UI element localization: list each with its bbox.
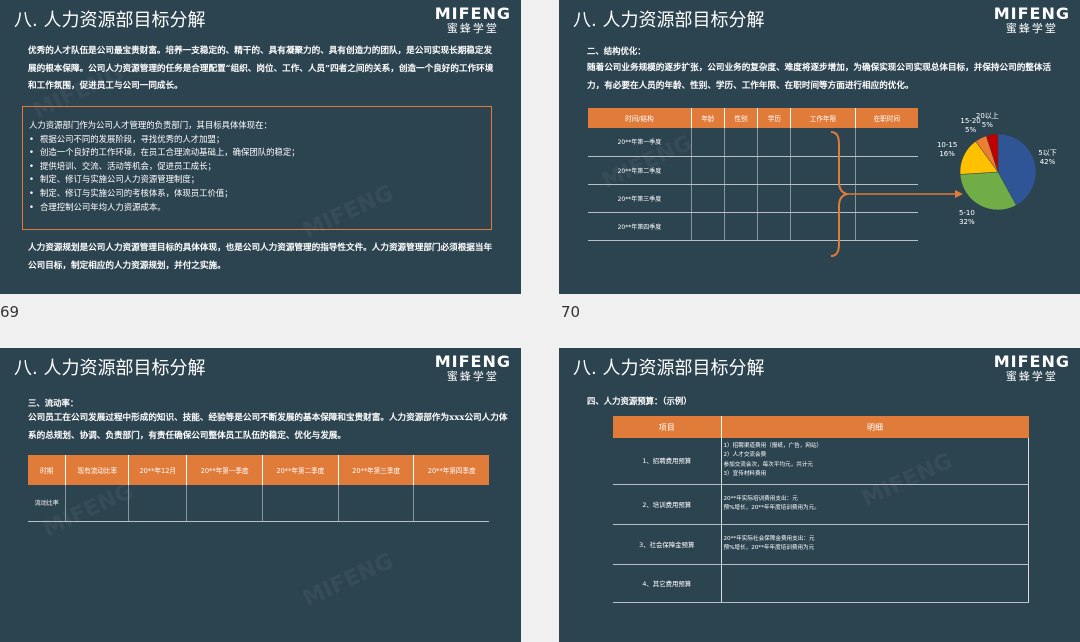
logo-text-en: MIFENG — [434, 352, 511, 371]
slide-title: 八. 人力资源部目标分解 — [14, 358, 206, 379]
table-cell — [262, 485, 339, 522]
budget-detail: 20**年实际社会保障金费用支出：元 预%增长，20**年年度培训费用为元 — [721, 524, 1029, 565]
goal-item: 制定、修订与实施公司人力资源管理制度； — [29, 173, 485, 187]
logo-text-cn: 蜜蜂学堂 — [446, 369, 499, 383]
brand-logo: MIFENG 蜜蜂学堂 — [993, 4, 1070, 35]
budget-detail — [721, 564, 1029, 603]
table-cell — [691, 128, 726, 157]
pie-label: 10-15 16% — [936, 140, 958, 158]
section-heading: 三、流动率： — [28, 398, 79, 408]
goal-item: 根据公司不同的发展阶段，寻找优秀的人才加盟； — [29, 133, 485, 147]
pie-label: 5以下 42% — [1038, 149, 1057, 167]
table-row: 3、社会保障金预算 20**年实际社会保障金费用支出：元 预%增长，20**年年度… — [613, 524, 1029, 565]
table-row: 2、培训费用预算 20**年实际培训费用支出：元 预%增长，20**年年度培训费用… — [613, 484, 1029, 525]
table-cell — [724, 184, 759, 213]
pie-label: 20以上 5% — [975, 111, 999, 129]
column-header: 20**年第四季度 — [413, 455, 489, 485]
row-label: 20**年第四季度 — [588, 212, 692, 241]
logo-text-cn: 蜜蜂学堂 — [1005, 369, 1058, 383]
logo-text-en: MIFENG — [434, 4, 511, 23]
table-cell — [757, 156, 792, 185]
logo-text-en: MIFENG — [993, 352, 1070, 371]
budget-item: 3、社会保障金预算 — [613, 524, 722, 565]
slide-title: 八. 人力资源部目标分解 — [573, 10, 765, 31]
goal-item: 合理控制公司年均人力资源成本。 — [29, 201, 485, 215]
column-header: 年龄 — [691, 108, 726, 128]
table-cell — [65, 485, 130, 522]
budget-item: 1、招聘费用预算 — [613, 438, 722, 485]
column-header: 在职时间 — [855, 108, 918, 128]
table-cell — [413, 485, 489, 522]
column-header: 时期 — [28, 455, 67, 485]
table-cell — [757, 128, 792, 157]
brand-logo: MIFENG 蜜蜂学堂 — [434, 4, 511, 35]
budget-item: 4、其它费用预算 — [613, 564, 722, 603]
table-cell — [724, 156, 759, 185]
table-row: 4、其它费用预算 — [613, 564, 1029, 603]
section-heading: 二、结构优化： — [587, 46, 646, 56]
row-label: 流动比率 — [28, 485, 67, 522]
table-cell — [338, 485, 415, 522]
table-cell — [186, 485, 264, 522]
outro-paragraph: 人力资源规划是公司人力资源管理目标的具体体现，也是公司人力资源管理的指导性文件。… — [28, 243, 493, 271]
table-cell — [691, 156, 726, 185]
slide-number: 69 — [0, 303, 20, 321]
table-cell — [691, 212, 726, 241]
slide-69[interactable]: MIFENG MIFENG 八. 人力资源部目标分解 MIFENG 蜜蜂学堂 优… — [0, 0, 521, 294]
row-label: 20**年第二季度 — [588, 156, 692, 185]
table-row: 1、招聘费用预算 1）招聘渠道费用（报纸，广告，网站） 2）人才交流会费 参加交流… — [613, 438, 1029, 485]
column-header: 20**年第一季度 — [186, 455, 264, 485]
column-header: 20**年第三季度 — [338, 455, 415, 485]
table-cell — [128, 485, 188, 522]
table-row: 流动比率 — [28, 485, 489, 522]
brand-logo: MIFENG 蜜蜂学堂 — [434, 352, 511, 383]
brand-logo: MIFENG 蜜蜂学堂 — [993, 352, 1070, 383]
logo-text-cn: 蜜蜂学堂 — [446, 21, 499, 35]
table-cell — [757, 212, 792, 241]
slide-title: 八. 人力资源部目标分解 — [573, 358, 765, 379]
intro-paragraph: 优秀的人才队伍是公司最宝贵财富。培养一支稳定的、精干的、具有凝聚力的、具有创造力… — [28, 46, 494, 91]
slide-title: 八. 人力资源部目标分解 — [14, 10, 206, 31]
column-header: 现有流动比率 — [65, 455, 130, 485]
column-header: 20**年12月 — [128, 455, 188, 485]
slide-70[interactable]: MIFENG 八. 人力资源部目标分解 MIFENG 蜜蜂学堂 二、结构优化： … — [559, 0, 1080, 294]
logo-text-en: MIFENG — [993, 4, 1070, 23]
table-cell — [724, 128, 759, 157]
table-cell — [757, 184, 792, 213]
budget-detail: 20**年实际培训费用支出：元 预%增长，20**年年度培训费用为元。 — [721, 484, 1029, 525]
row-label: 20**年第一季度 — [588, 128, 692, 157]
pie-label: 5-10 32% — [958, 208, 975, 226]
goals-list: 根据公司不同的发展阶段，寻找优秀的人才加盟；创造一个良好的工作环境，在员工合理流… — [29, 133, 485, 215]
column-header: 项目 — [613, 416, 722, 438]
logo-text-cn: 蜜蜂学堂 — [1005, 21, 1058, 35]
goals-lead: 人力资源部门作为公司人才管理的负责部门，其目标具体体现在： — [29, 120, 272, 130]
section-paragraph: 随着公司业务规模的逐步扩张，公司业务的复杂度、难度将逐步增加，为确保实现公司实现… — [587, 63, 1052, 91]
goals-box: 人力资源部门作为公司人才管理的负责部门，其目标具体体现在： 根据公司不同的发展阶… — [22, 106, 492, 230]
slide-number: 70 — [561, 303, 581, 321]
column-header: 工作年限 — [790, 108, 856, 128]
budget-detail: 1）招聘渠道费用（报纸，广告，网站） 2）人才交流会费 参加交流会次，每次平均元… — [721, 438, 1029, 485]
slide-71[interactable]: MIFENG MIFENG 八. 人力资源部目标分解 MIFENG 蜜蜂学堂 三… — [0, 348, 521, 642]
budget-table: 项目 明细 1、招聘费用预算 1）招聘渠道费用（报纸，广告，网站） 2）人才交流会费… — [613, 416, 1029, 603]
goal-item: 制定、修订与实施公司的考核体系，体现员工价值； — [29, 187, 485, 201]
column-header: 20**年第二季度 — [262, 455, 339, 485]
section-heading: 四、人力资源预算：（示例） — [587, 396, 692, 406]
column-header: 性别 — [724, 108, 759, 128]
column-header: 学历 — [757, 108, 792, 128]
row-label: 20**年第三季度 — [588, 184, 692, 213]
section-paragraph: 公司员工在公司发展过程中形成的知识、技能、经验等是公司不断发展的基本保障和宝贵财… — [28, 413, 508, 441]
budget-item: 2、培训费用预算 — [613, 484, 722, 525]
table-cell — [691, 184, 726, 213]
goal-item: 创造一个良好的工作环境，在员工合理流动基础上，确保团队的稳定； — [29, 146, 485, 160]
years-pie-chart — [959, 133, 1037, 211]
turnover-table: 时期 现有流动比率 20**年12月 20**年第一季度 20**年第二季度 20**年第… — [28, 455, 489, 522]
goal-item: 提供培训、交流、活动等机会，促进员工成长； — [29, 160, 485, 174]
slide-72[interactable]: MIFENG 八. 人力资源部目标分解 MIFENG 蜜蜂学堂 四、人力资源预算… — [559, 348, 1080, 642]
watermark: MIFENG — [299, 548, 398, 613]
column-header: 明细 — [721, 416, 1029, 438]
column-header: 时间/结构 — [588, 108, 692, 128]
table-cell — [724, 212, 759, 241]
